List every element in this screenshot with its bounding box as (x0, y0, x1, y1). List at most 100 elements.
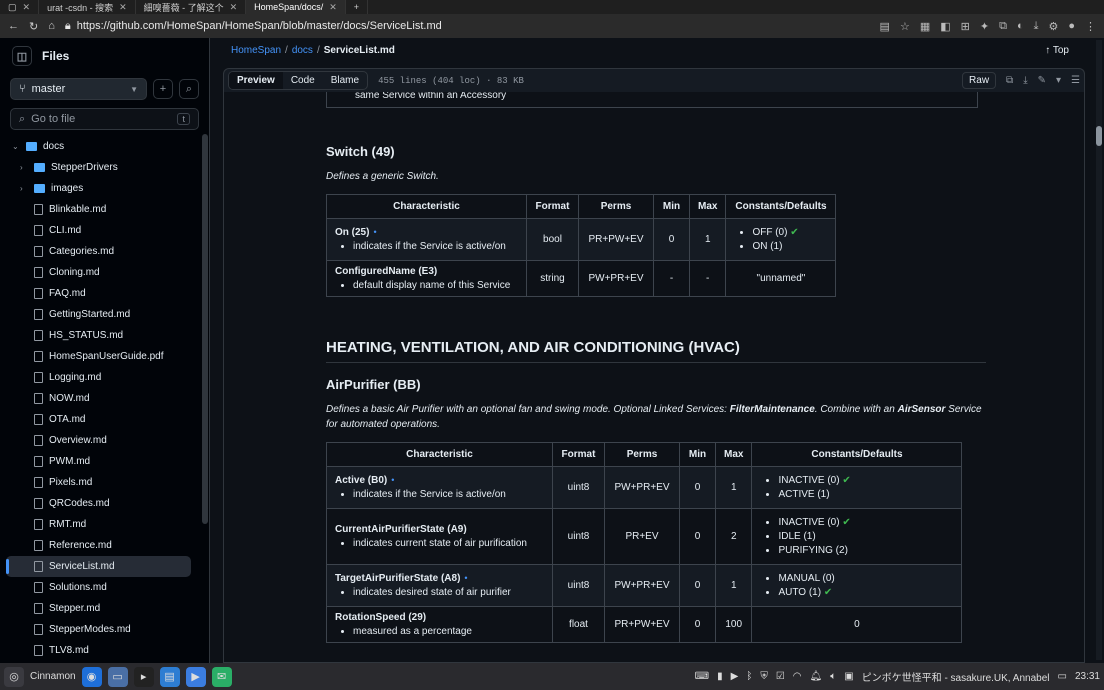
breadcrumb-repo-link[interactable]: HomeSpan (231, 45, 281, 56)
tree-file[interactable]: TLV8.md (0, 640, 209, 661)
edit-icon[interactable]: ✎ (1038, 75, 1046, 86)
tree-file[interactable]: Blinkable.md (0, 199, 209, 220)
close-icon[interactable]: ✕ (119, 2, 127, 13)
browser-tab[interactable]: urat -csdn - 搜索 ✕ (39, 0, 136, 14)
now-playing-text[interactable]: ピンボケ世怪平和 - sasakure.UK, Annabel (862, 669, 1050, 684)
constant-item: OFF (0) ✔ (752, 227, 827, 238)
star-icon[interactable]: ☆ (900, 20, 910, 33)
search-icon[interactable]: ⌕ (179, 79, 199, 99)
checkbox-icon[interactable]: ☑ (776, 671, 785, 682)
browser-tab[interactable]: 細嗅薔薇 - 了解这个 ✕ (136, 0, 247, 14)
home-icon[interactable]: ⌂ (48, 20, 55, 32)
tree-file[interactable]: RMT.md (0, 514, 209, 535)
clock[interactable]: 23:31 (1075, 671, 1100, 682)
extension-icon[interactable]: ✦ (980, 20, 989, 33)
tab-icon: ▢ (8, 1, 17, 12)
play-icon[interactable]: ▶ (731, 671, 739, 682)
bluetooth-icon[interactable]: ᛒ (746, 671, 752, 682)
breadcrumb-dir-link[interactable]: docs (292, 45, 313, 56)
keyboard-hint: t (177, 113, 190, 125)
chat-app-icon[interactable]: ✉ (211, 666, 232, 687)
reader-icon[interactable]: ▤ (880, 20, 890, 33)
raw-button[interactable]: Raw (962, 72, 997, 89)
menu-icon[interactable]: ⋮ (1085, 20, 1096, 33)
browser-tab[interactable]: ▢ ✕ (0, 0, 40, 14)
volume-icon[interactable]: 🔈︎ (830, 671, 836, 682)
file-icon (34, 624, 43, 635)
branch-selector[interactable]: ⑂ master ▼ (10, 78, 147, 100)
terminal-app-icon[interactable]: ▸ (133, 666, 154, 687)
media-app-icon[interactable]: ▶ (185, 666, 206, 687)
tree-file[interactable]: Stepper.md (0, 598, 209, 619)
close-icon[interactable]: ✕ (23, 2, 31, 13)
tree-file[interactable]: Reference.md (0, 535, 209, 556)
url-field[interactable]: 🔒︎ https://github.com/HomeSpan/HomeSpan/… (65, 20, 870, 33)
sidebar-scrollbar[interactable] (202, 134, 208, 524)
add-file-button[interactable]: + (153, 79, 173, 99)
tree-folder-docs[interactable]: ⌄ docs (0, 136, 209, 157)
close-icon[interactable]: ✕ (230, 2, 238, 13)
shield-icon[interactable]: ⛨ (760, 671, 768, 682)
start-menu-label[interactable]: Cinnamon (30, 671, 76, 682)
go-to-file-input[interactable]: ⌕ Go to file t (10, 108, 199, 130)
tab-preview[interactable]: Preview (229, 72, 283, 89)
constants-cell: INACTIVE (0) ✔ ACTIVE (1) (751, 466, 963, 509)
sidebar-header: ◫ Files (0, 38, 209, 74)
sidebar-title: Files (42, 49, 70, 63)
back-icon[interactable]: ← (8, 20, 19, 32)
menu-logo-icon[interactable]: ◎ (4, 666, 24, 687)
browser-app-icon[interactable]: ◉ (81, 666, 102, 687)
extension-icon[interactable]: ⧉ (999, 20, 1007, 33)
extension-icon[interactable]: ⊞ (961, 20, 970, 33)
tree-file[interactable]: CLI.md (0, 220, 209, 241)
wifi-icon[interactable]: ◠ (793, 671, 802, 682)
check-icon: ✔ (790, 227, 799, 238)
close-icon[interactable]: ✕ (329, 2, 337, 13)
tab-blame[interactable]: Blame (323, 72, 367, 89)
tree-file[interactable]: HS_STATUS.md (0, 325, 209, 346)
tree-file[interactable]: PWM.md (0, 451, 209, 472)
download-icon[interactable]: ⤓ (1034, 20, 1039, 33)
tree-file[interactable]: GettingStarted.md (0, 304, 209, 325)
tree-file[interactable]: StepperModes.md (0, 619, 209, 640)
tree-file[interactable]: Solutions.md (0, 577, 209, 598)
reload-icon[interactable]: ↻ (29, 20, 38, 33)
outline-icon[interactable]: ☰ (1071, 75, 1080, 86)
extension-icon[interactable]: ◧ (940, 20, 950, 33)
tree-folder[interactable]: › StepperDrivers (0, 157, 209, 178)
top-link[interactable]: ↑ Top (1045, 45, 1069, 56)
tree-file[interactable]: OTA.md (0, 409, 209, 430)
chevron-down-icon[interactable]: ▾ (1056, 75, 1061, 86)
tree-file-selected[interactable]: ServiceList.md (6, 556, 191, 577)
tree-file[interactable]: Categories.md (0, 241, 209, 262)
extension-icon[interactable]: ◐ (1017, 20, 1024, 33)
files-app-icon[interactable]: ▭ (107, 666, 128, 687)
new-tab-button[interactable]: + (346, 0, 369, 14)
tree-folder[interactable]: › images (0, 178, 209, 199)
tree-file[interactable]: Overview.md (0, 430, 209, 451)
tree-file[interactable]: HomeSpanUserGuide.pdf (0, 346, 209, 367)
profile-icon[interactable]: ● (1068, 20, 1075, 33)
signal-icon[interactable]: ▮ (717, 671, 723, 682)
copy-icon[interactable]: ⧉ (1006, 75, 1013, 86)
file-icon (34, 519, 43, 530)
settings-icon[interactable]: ⚙ (1048, 20, 1058, 33)
tree-file[interactable]: QRCodes.md (0, 493, 209, 514)
tree-file[interactable]: Cloning.md (0, 262, 209, 283)
scrollbar-thumb[interactable] (1096, 126, 1102, 146)
download-icon[interactable]: ⤓ (1023, 75, 1027, 86)
characteristic-name: On (25) (335, 227, 370, 238)
tree-file[interactable]: Pixels.md (0, 472, 209, 493)
extension-icon[interactable]: ▦ (920, 20, 930, 33)
notification-icon[interactable]: 🔔︎ (810, 671, 823, 682)
tab-code[interactable]: Code (283, 72, 323, 89)
tree-file[interactable]: NOW.md (0, 388, 209, 409)
language-icon[interactable]: ▭ (1058, 671, 1067, 682)
browser-tab-active[interactable]: HomeSpan/docs/✕ (246, 0, 346, 14)
document-app-icon[interactable]: ▤ (159, 666, 180, 687)
collapse-sidebar-icon[interactable]: ◫ (12, 46, 32, 66)
tree-file[interactable]: Logging.md (0, 367, 209, 388)
page-scrollbar[interactable] (1096, 40, 1102, 660)
tree-file[interactable]: FAQ.md (0, 283, 209, 304)
keyboard-icon[interactable]: ⌨ (695, 671, 709, 682)
